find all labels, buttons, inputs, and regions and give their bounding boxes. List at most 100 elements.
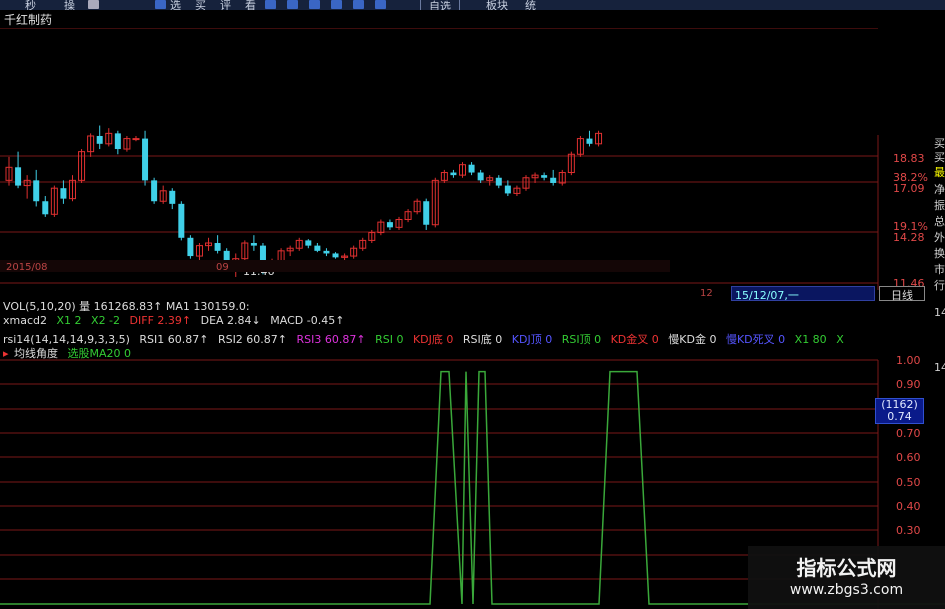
candle bbox=[423, 198, 430, 230]
candle bbox=[105, 128, 113, 147]
candle-body bbox=[477, 172, 484, 181]
candle bbox=[142, 130, 149, 186]
toolbar-item-watchlist[interactable]: 自选 bbox=[420, 0, 460, 10]
toolbar-item-seconds[interactable]: 秒 bbox=[25, 0, 36, 10]
ind-label-090: 0.90 bbox=[896, 378, 921, 391]
xmacd-macd: MACD -0.45↑ bbox=[270, 314, 345, 327]
candle bbox=[459, 162, 466, 178]
price-label-1428: 14.28 bbox=[893, 231, 925, 244]
xmacd-line: xmacd2 X1 2 X2 -2 DIFF 2.39↑ DEA 2.84↓ M… bbox=[3, 314, 350, 327]
ind-label-040: 0.40 bbox=[896, 500, 921, 513]
window-icon[interactable] bbox=[88, 0, 99, 9]
candle bbox=[404, 209, 412, 223]
rsi-bottom-value: RSI底 0 bbox=[462, 333, 503, 346]
candle bbox=[431, 177, 439, 228]
candle-body bbox=[151, 180, 158, 202]
toolbar-item-stats[interactable]: 统 bbox=[525, 0, 536, 10]
kdj-bottom-value: KDJ底 0 bbox=[412, 333, 454, 346]
toolbar: 秒 操 选 买 评 看 自选 板块 统 bbox=[0, 0, 945, 10]
candle bbox=[522, 175, 530, 191]
candle bbox=[350, 245, 358, 259]
info-icon[interactable] bbox=[375, 0, 386, 9]
news-icon[interactable] bbox=[331, 0, 342, 9]
kdj-top-value: KDJ顶 0 bbox=[511, 333, 553, 346]
date-label-sep: 09 bbox=[216, 262, 229, 273]
candle bbox=[504, 180, 511, 197]
watermark-title: 指标公式网 bbox=[796, 556, 897, 580]
candle bbox=[169, 188, 176, 210]
candle-body bbox=[323, 250, 330, 254]
candle bbox=[241, 240, 249, 262]
ind-label-060: 0.60 bbox=[896, 451, 921, 464]
candle bbox=[305, 239, 312, 249]
candle bbox=[250, 235, 257, 251]
candle bbox=[314, 243, 321, 253]
candlestick-chart[interactable]: 11.46 bbox=[0, 28, 945, 290]
candle-body bbox=[314, 245, 321, 251]
alert-icon[interactable] bbox=[353, 0, 364, 9]
cursor-date-box: 15/12/07,一 bbox=[731, 286, 875, 302]
candle-body bbox=[586, 138, 593, 144]
toolbar-item-sector[interactable]: 板块 bbox=[486, 0, 508, 10]
vol-text: VOL(5,10,20) 量 161268.83↑ MA1 130159.0: bbox=[3, 300, 250, 313]
chart-icon[interactable] bbox=[287, 0, 298, 9]
rsi2-value: RSI2 60.87↑ bbox=[217, 333, 288, 346]
candle bbox=[541, 172, 548, 181]
info-char-11: 14 bbox=[934, 306, 945, 319]
info-char-3: 最 bbox=[934, 166, 945, 179]
candle bbox=[386, 219, 393, 230]
candle-body bbox=[187, 237, 194, 257]
vol-line: VOL(5,10,20) 量 161268.83↑ MA1 130159.0: bbox=[3, 298, 256, 314]
ind-label-030: 0.30 bbox=[896, 524, 921, 537]
candle bbox=[50, 185, 58, 217]
candle bbox=[205, 237, 213, 251]
toolbar-item-operate[interactable]: 操 bbox=[64, 0, 75, 10]
xmacd-diff: DIFF 2.39↑ bbox=[129, 314, 192, 327]
candle bbox=[123, 135, 131, 152]
rsi3-value: RSI3 60.87↑ bbox=[296, 333, 366, 346]
toolbar-item-select[interactable]: 选 bbox=[170, 0, 181, 10]
candle bbox=[576, 135, 584, 157]
candle-body bbox=[15, 167, 22, 186]
period-selector[interactable]: 日线 bbox=[879, 286, 925, 302]
candle bbox=[214, 235, 221, 254]
ind-label-050: 0.50 bbox=[896, 476, 921, 489]
candle bbox=[477, 169, 484, 183]
candle-body bbox=[132, 138, 140, 141]
candle-body bbox=[504, 185, 511, 194]
candle-body bbox=[550, 177, 557, 183]
candle bbox=[159, 185, 167, 204]
info-char-10: 行 bbox=[934, 279, 945, 292]
candle-body bbox=[178, 203, 185, 238]
slow-kd-death-value: 慢KD死叉 0 bbox=[725, 333, 786, 346]
toolbar-item-view[interactable]: 看 bbox=[245, 0, 256, 10]
candle bbox=[513, 185, 521, 197]
ind-cursor-value-box: (1162) 0.74 bbox=[875, 398, 924, 424]
refresh-icon[interactable] bbox=[155, 0, 166, 9]
xmacd-name[interactable]: xmacd2 bbox=[3, 314, 47, 327]
date-label-dec: 12 bbox=[700, 288, 713, 299]
watermark: 指标公式网 www.zbgs3.com bbox=[748, 546, 945, 609]
candle bbox=[450, 169, 457, 178]
candle bbox=[550, 169, 557, 186]
toolbar-item-review[interactable]: 评 bbox=[220, 0, 231, 10]
candle-body bbox=[541, 175, 548, 178]
candle bbox=[495, 175, 502, 189]
candle-body bbox=[142, 138, 149, 181]
candle bbox=[486, 175, 494, 186]
price-label-1709: 17.09 bbox=[893, 182, 925, 195]
candle bbox=[151, 177, 158, 204]
candle bbox=[96, 125, 103, 150]
candle bbox=[114, 130, 121, 155]
f10-icon[interactable] bbox=[309, 0, 320, 9]
candle bbox=[15, 151, 22, 189]
candle bbox=[42, 196, 49, 217]
candle bbox=[323, 248, 330, 257]
toolbar-item-buy[interactable]: 买 bbox=[195, 0, 206, 10]
candle-body bbox=[42, 201, 49, 215]
candle-body bbox=[214, 243, 221, 251]
candle-body bbox=[169, 190, 176, 204]
table-icon[interactable] bbox=[265, 0, 276, 9]
xmacd-x2: X2 -2 bbox=[91, 314, 121, 327]
candle-body bbox=[495, 177, 502, 186]
